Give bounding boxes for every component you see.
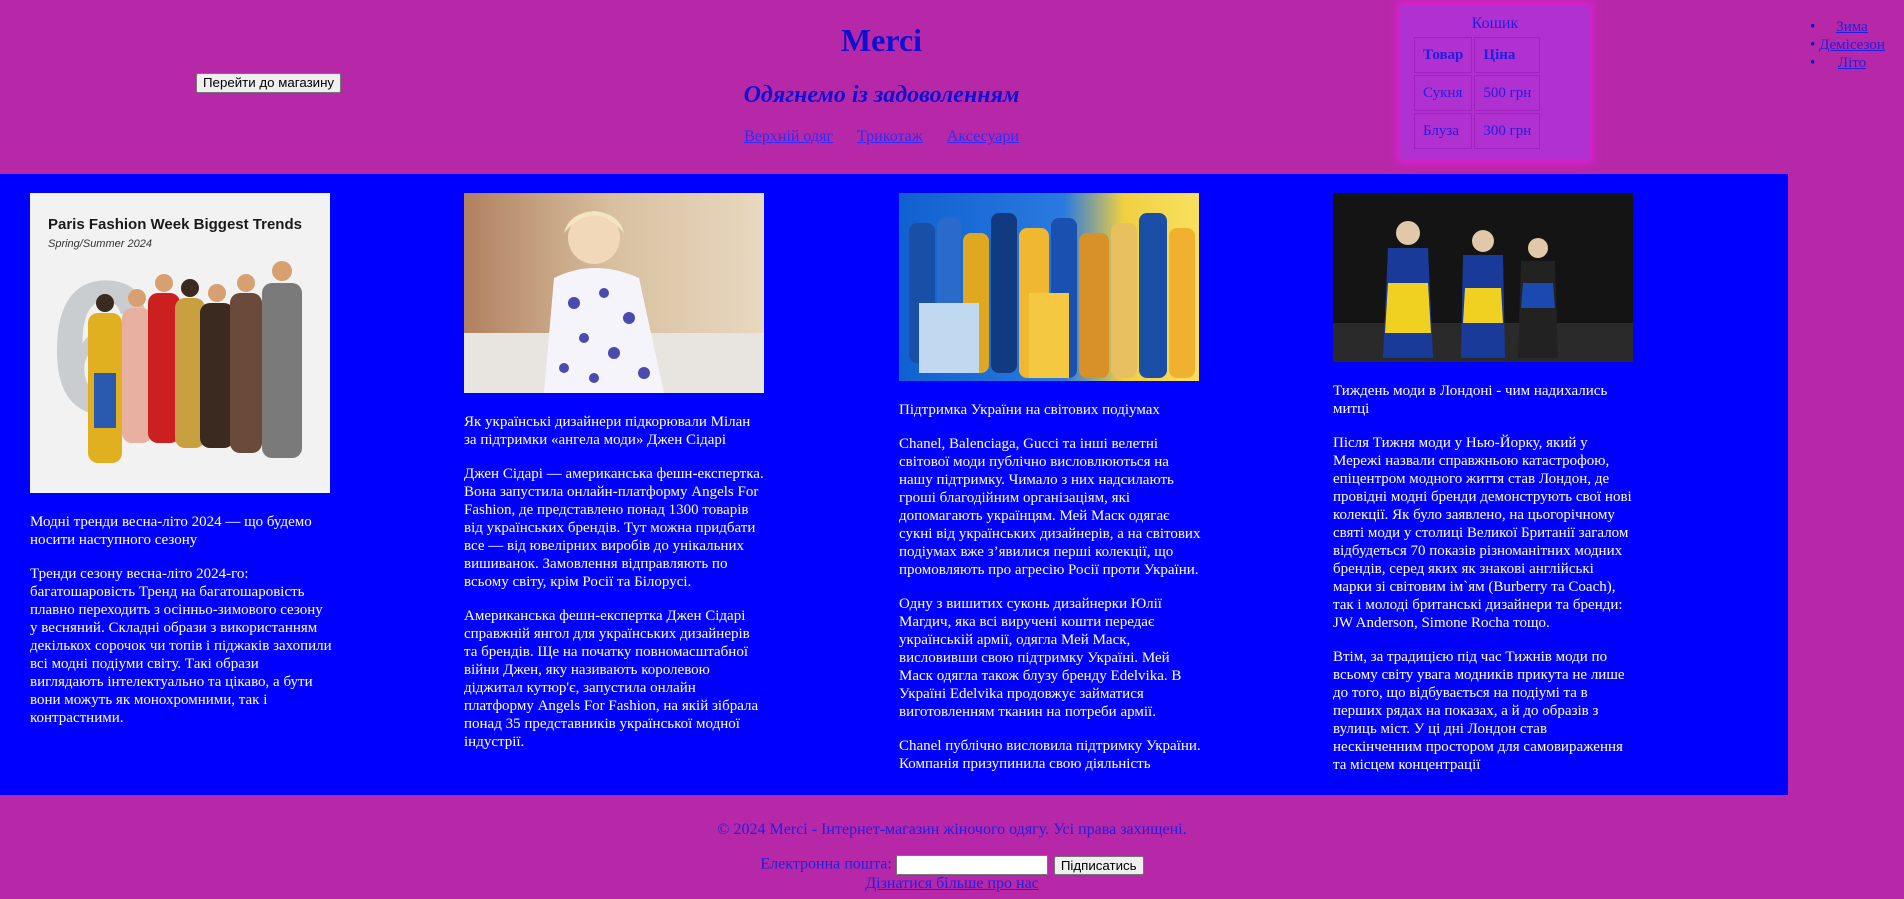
fashion-trends-image: 6 Paris Fashion Week Biggest Trends Spri…: [30, 193, 330, 493]
cart-panel: Кошик Товар Ціна Сукня 500 грн Блуза 300…: [1400, 5, 1590, 160]
article-card: 6 Paris Fashion Week Biggest Trends Spri…: [30, 193, 332, 743]
article-paragraph: Одну з вишитих суконь дизайнерки Юлії Ма…: [899, 596, 1182, 720]
ukraine-runway-image: [899, 193, 1199, 381]
cart-item-price: 300 грн: [1474, 113, 1541, 149]
article-card: Підтримка України на світових подіумах C…: [899, 193, 1201, 789]
articles-section: 6 Paris Fashion Week Biggest Trends Spri…: [0, 174, 1788, 795]
london-fashion-week-image: [1333, 193, 1633, 362]
article-paragraph: Після Тижня моди у Нью-Йорку, який у Мер…: [1333, 435, 1632, 631]
learn-more-about-us-link[interactable]: Дізнатися більше про нас: [865, 875, 1039, 892]
cart-item-name: Сукня: [1414, 75, 1473, 111]
season-item: Літо: [1810, 54, 1892, 72]
about-link-container: Дізнатися більше про нас: [0, 875, 1904, 893]
article-card: Тиждень моди в Лондоні - чим надихались …: [1333, 193, 1635, 790]
cart-table: Товар Ціна Сукня 500 грн Блуза 300 грн: [1412, 35, 1542, 151]
article-paragraph: Chanel публічно висловила підтримку Укра…: [899, 738, 1201, 772]
cart-item-price: 500 грн: [1474, 75, 1541, 111]
cart-column-item: Товар: [1414, 37, 1473, 73]
image-caption-subtitle: Spring/Summer 2024: [48, 238, 152, 250]
nav-link-outerwear[interactable]: Верхній одяг: [744, 128, 833, 145]
season-link-summer[interactable]: Літо: [1838, 55, 1866, 71]
cart-row: Блуза 300 грн: [1414, 113, 1541, 149]
cart-header-row: Товар Ціна: [1414, 37, 1541, 73]
article-paragraph: Chanel, Balenciaga, Gucci та інші велетн…: [899, 436, 1201, 578]
season-item: Демісезон: [1810, 36, 1892, 54]
email-input[interactable]: [895, 855, 1048, 875]
designer-portrait-image: [464, 193, 764, 393]
article-title: Підтримка України на світових подіумах: [899, 402, 1160, 418]
cart-row: Сукня 500 грн: [1414, 75, 1541, 111]
article-card: Як українські дизайнери підкорювали Міла…: [464, 193, 766, 767]
subscribe-form: Електронна пошта: Підписатись: [0, 855, 1904, 875]
models-group-illustration: [909, 213, 1195, 378]
article-title: Модні тренди весна-літо 2024 — що будемо…: [30, 514, 312, 548]
season-link-demiseason[interactable]: Демісезон: [1819, 37, 1885, 53]
article-paragraph: Втім, за традицією під час Тижнів моди п…: [1333, 649, 1625, 773]
article-title: Як українські дизайнери підкорювали Міла…: [464, 414, 751, 448]
cart-column-price: Ціна: [1474, 37, 1541, 73]
nav-link-accessories[interactable]: Аксесуари: [947, 128, 1019, 145]
article-paragraph: Американська фешн-експертка Джен Сідарі …: [464, 608, 759, 750]
article-title: Тиждень моди в Лондоні - чим надихались …: [1333, 383, 1608, 417]
email-label: Електронна пошта:: [760, 855, 892, 873]
subscribe-button[interactable]: Підписатись: [1053, 855, 1144, 875]
season-link-winter[interactable]: Зима: [1836, 19, 1868, 35]
season-list: Зима Демісезон Літо: [1810, 18, 1892, 72]
image-caption-title: Paris Fashion Week Biggest Trends: [48, 216, 302, 233]
nav-link-knitwear[interactable]: Трикотаж: [857, 128, 923, 145]
article-paragraph: Джен Сідарі — американська фешн-експертк…: [464, 466, 764, 590]
article-paragraph: Тренди сезону весна-літо 2024-го: багато…: [30, 566, 332, 726]
cart-item-name: Блуза: [1414, 113, 1473, 149]
cart-title: Кошик: [1471, 15, 1519, 32]
season-item: Зима: [1810, 18, 1892, 36]
footer-copyright: © 2024 Merci - Інтернет-магазин жіночого…: [717, 821, 1187, 838]
